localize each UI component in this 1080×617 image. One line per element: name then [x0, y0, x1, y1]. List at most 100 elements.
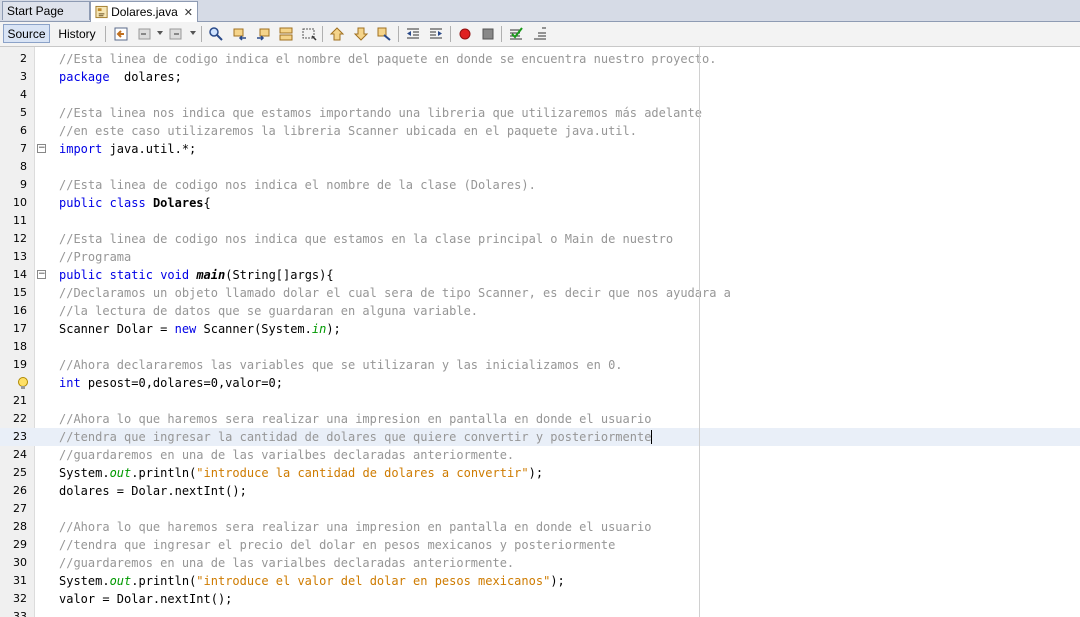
- comment-icon[interactable]: [531, 25, 549, 43]
- tab-dolares-java[interactable]: Dolares.java ✕: [90, 1, 198, 22]
- code-text: //Declaramos un objeto llamado dolar el …: [59, 284, 731, 302]
- line-number: 33: [13, 610, 27, 617]
- code-text: //Ahora declararemos las variables que s…: [59, 356, 623, 374]
- shift-right-icon[interactable]: [427, 25, 445, 43]
- code-line[interactable]: 23 //tendra que ingresar la cantidad de d…: [0, 428, 1080, 446]
- code-line[interactable]: 3 package dolares;: [0, 68, 1080, 86]
- code-line[interactable]: 31 System.out.println("introduce el valor…: [0, 572, 1080, 590]
- shift-left-icon[interactable]: [404, 25, 422, 43]
- code-line[interactable]: 17 Scanner Dolar = new Scanner(System.in)…: [0, 320, 1080, 338]
- code-token: out: [109, 574, 132, 588]
- history-view-button[interactable]: History: [54, 24, 100, 43]
- code-text: dolares = Dolar.nextInt();: [59, 482, 247, 500]
- code-line[interactable]: 29 //tendra que ingresar el precio del do…: [0, 536, 1080, 554]
- code-line[interactable]: 30 //guardaremos en una de las varialbes …: [0, 554, 1080, 572]
- code-token: valor = Dolar.nextInt();: [59, 592, 233, 606]
- code-line[interactable]: int pesost=0,dolares=0,valor=0;: [0, 374, 1080, 392]
- code-line[interactable]: 10 public class Dolares{: [0, 194, 1080, 212]
- line-number: 22: [13, 412, 27, 425]
- back-icon[interactable]: [136, 25, 154, 43]
- code-token: static: [109, 268, 153, 282]
- line-number: 4: [20, 88, 27, 101]
- code-token: dolares = Dolar.nextInt();: [59, 484, 247, 498]
- chevron-down-icon[interactable]: [190, 31, 196, 35]
- find-icon[interactable]: [207, 25, 225, 43]
- code-token: .println(: [131, 574, 197, 588]
- fold-toggle-icon[interactable]: −: [37, 270, 46, 279]
- code-line[interactable]: 19 //Ahora declararemos las variables que…: [0, 356, 1080, 374]
- code-token: System.: [59, 574, 110, 588]
- toolbar-separator: [105, 26, 106, 42]
- rectangular-selection-icon[interactable]: [300, 25, 318, 43]
- code-line[interactable]: 32 valor = Dolar.nextInt();: [0, 590, 1080, 608]
- code-line[interactable]: 21: [0, 392, 1080, 410]
- check-icon[interactable]: [507, 25, 525, 43]
- code-line[interactable]: 5 //Esta linea nos indica que estamos imp…: [0, 104, 1080, 122]
- source-view-button[interactable]: Source: [3, 24, 50, 43]
- code-text: Scanner Dolar = new Scanner(System.in);: [59, 320, 341, 338]
- start-macro-recording-icon[interactable]: [456, 25, 474, 43]
- code-line[interactable]: 24 //guardaremos en una de las varialbes …: [0, 446, 1080, 464]
- code-token: in: [311, 322, 327, 336]
- tab-start-page[interactable]: Start Page: [2, 1, 90, 20]
- last-edit-icon[interactable]: [112, 25, 130, 43]
- line-number: 8: [20, 160, 27, 173]
- chevron-down-icon[interactable]: [157, 31, 163, 35]
- line-number: 27: [13, 502, 27, 515]
- code-line[interactable]: 15 //Declaramos un objeto llamado dolar e…: [0, 284, 1080, 302]
- code-line[interactable]: 25 System.out.println("introduce la canti…: [0, 464, 1080, 482]
- code-line[interactable]: 33: [0, 608, 1080, 617]
- code-token: public: [59, 196, 103, 210]
- code-line[interactable]: 4: [0, 86, 1080, 104]
- code-line[interactable]: 9 //Esta linea de codigo nos indica el no…: [0, 176, 1080, 194]
- line-number: 10: [13, 196, 27, 209]
- code-line[interactable]: 7 − import java.util.*;: [0, 140, 1080, 158]
- code-token: Scanner Dolar =: [59, 322, 175, 336]
- code-line[interactable]: 22 //Ahora lo que haremos sera realizar u…: [0, 410, 1080, 428]
- code-line[interactable]: 16 //la lectura de datos que se guardaran…: [0, 302, 1080, 320]
- code-line[interactable]: 26 dolares = Dolar.nextInt();: [0, 482, 1080, 500]
- code-line[interactable]: 2 //Esta linea de codigo indica el nombre…: [0, 50, 1080, 68]
- code-line[interactable]: 11: [0, 212, 1080, 230]
- next-bookmark-icon[interactable]: [352, 25, 370, 43]
- code-text: //Programa: [59, 248, 131, 266]
- code-text: //la lectura de datos que se guardaran e…: [59, 302, 478, 320]
- code-line[interactable]: 14 − public static void main(String[]args)…: [0, 266, 1080, 284]
- stop-macro-recording-icon[interactable]: [479, 25, 497, 43]
- code-token: pesost=0,dolares=0,valor=0;: [80, 376, 283, 390]
- code-token: void: [160, 268, 190, 282]
- code-text: import java.util.*;: [59, 140, 196, 158]
- line-number: 12: [13, 232, 27, 245]
- hint-lightbulb-icon[interactable]: [16, 376, 30, 390]
- code-line[interactable]: 18: [0, 338, 1080, 356]
- toggle-bookmark-icon[interactable]: [375, 25, 393, 43]
- line-number: 21: [13, 394, 27, 407]
- find-previous-icon[interactable]: [231, 25, 249, 43]
- code-line[interactable]: 28 //Ahora lo que haremos sera realizar u…: [0, 518, 1080, 536]
- code-token: //Ahora lo que haremos sera realizar una…: [59, 520, 652, 534]
- code-editor[interactable]: 2 //Esta linea de codigo indica el nombre…: [0, 47, 1080, 617]
- code-line[interactable]: 27: [0, 500, 1080, 518]
- code-token: //guardaremos en una de las varialbes de…: [59, 448, 515, 462]
- tab-label: Dolares.java: [111, 5, 178, 19]
- line-number: 7: [20, 142, 27, 155]
- line-number: 32: [13, 592, 27, 605]
- code-line[interactable]: 12 //Esta linea de codigo nos indica que …: [0, 230, 1080, 248]
- code-line[interactable]: 6 //en este caso utilizaremos la libreria…: [0, 122, 1080, 140]
- code-token: //Esta linea nos indica que estamos impo…: [59, 106, 702, 120]
- code-line[interactable]: 13 //Programa: [0, 248, 1080, 266]
- fold-toggle-icon[interactable]: −: [37, 144, 46, 153]
- close-icon[interactable]: ✕: [184, 6, 193, 19]
- code-text: valor = Dolar.nextInt();: [59, 590, 232, 608]
- forward-icon[interactable]: [167, 25, 185, 43]
- code-text: int pesost=0,dolares=0,valor=0;: [59, 374, 283, 392]
- line-number: 28: [13, 520, 27, 533]
- code-token: //Ahora declararemos las variables que s…: [59, 358, 623, 372]
- code-token: (String[]args){: [225, 268, 334, 282]
- toolbar-separator: [450, 26, 451, 42]
- line-number: 6: [20, 124, 27, 137]
- toggle-highlight-icon[interactable]: [277, 25, 295, 43]
- find-next-icon[interactable]: [254, 25, 272, 43]
- code-line[interactable]: 8: [0, 158, 1080, 176]
- previous-bookmark-icon[interactable]: [328, 25, 346, 43]
